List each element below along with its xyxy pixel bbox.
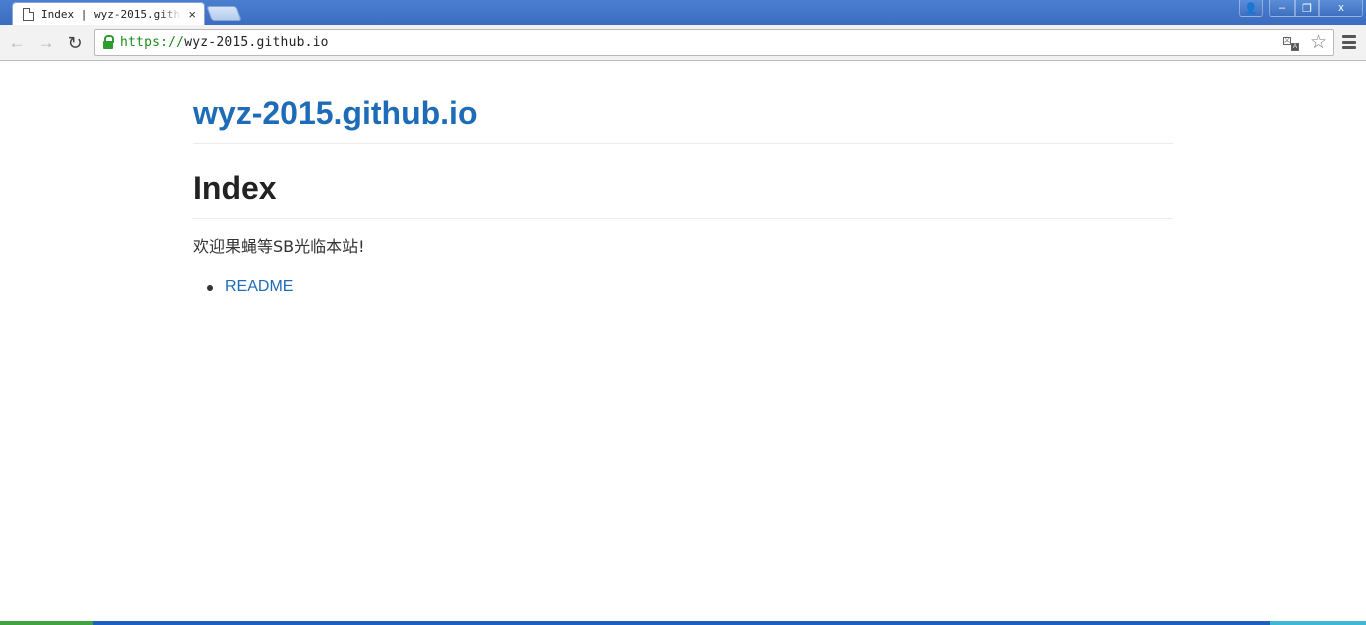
address-bar[interactable]: https://wyz-2015.github.io 文A ☆ [94, 29, 1334, 56]
back-arrow-icon[interactable]: ← [6, 32, 28, 54]
new-tab-button[interactable] [206, 6, 242, 21]
site-title-link[interactable]: wyz-2015.github.io [193, 94, 1173, 144]
close-window-button[interactable]: x [1319, 0, 1363, 17]
maximize-button[interactable]: ❐ [1295, 0, 1319, 17]
tab-title: Index | wyz-2015.github.io [41, 7, 181, 21]
chrome-menu-icon[interactable] [1342, 35, 1356, 49]
close-tab-icon[interactable]: × [188, 8, 196, 21]
url-host: wyz-2015.github.io [184, 35, 329, 50]
forward-arrow-icon[interactable]: → [35, 32, 57, 54]
lock-icon[interactable] [103, 35, 114, 49]
bookmark-star-icon[interactable]: ☆ [1310, 31, 1327, 55]
reload-icon[interactable]: ↻ [64, 32, 86, 54]
url-text[interactable]: https://wyz-2015.github.io [120, 35, 329, 50]
user-profile-icon[interactable]: 👤 [1239, 0, 1263, 17]
translate-icon[interactable]: 文A [1283, 35, 1299, 51]
list-item: README [193, 276, 1173, 298]
browser-title-bar: Index | wyz-2015.github.io × 👤 – ❐ x [0, 0, 1366, 25]
minimize-button[interactable]: – [1269, 0, 1295, 17]
page-icon [23, 7, 34, 21]
taskbar-strip [0, 621, 1366, 625]
page-content: wyz-2015.github.io Index 欢迎果蝇等SB光临本站! RE… [193, 61, 1173, 298]
welcome-text: 欢迎果蝇等SB光临本站! [193, 237, 365, 256]
browser-tab-active[interactable]: Index | wyz-2015.github.io × [12, 2, 205, 25]
link-list: README [193, 276, 1173, 298]
readme-link[interactable]: README [225, 278, 293, 295]
url-scheme: https:// [120, 35, 185, 50]
browser-toolbar: ← → ↻ https://wyz-2015.github.io 文A ☆ [0, 25, 1366, 61]
page-heading: Index [193, 169, 1173, 219]
